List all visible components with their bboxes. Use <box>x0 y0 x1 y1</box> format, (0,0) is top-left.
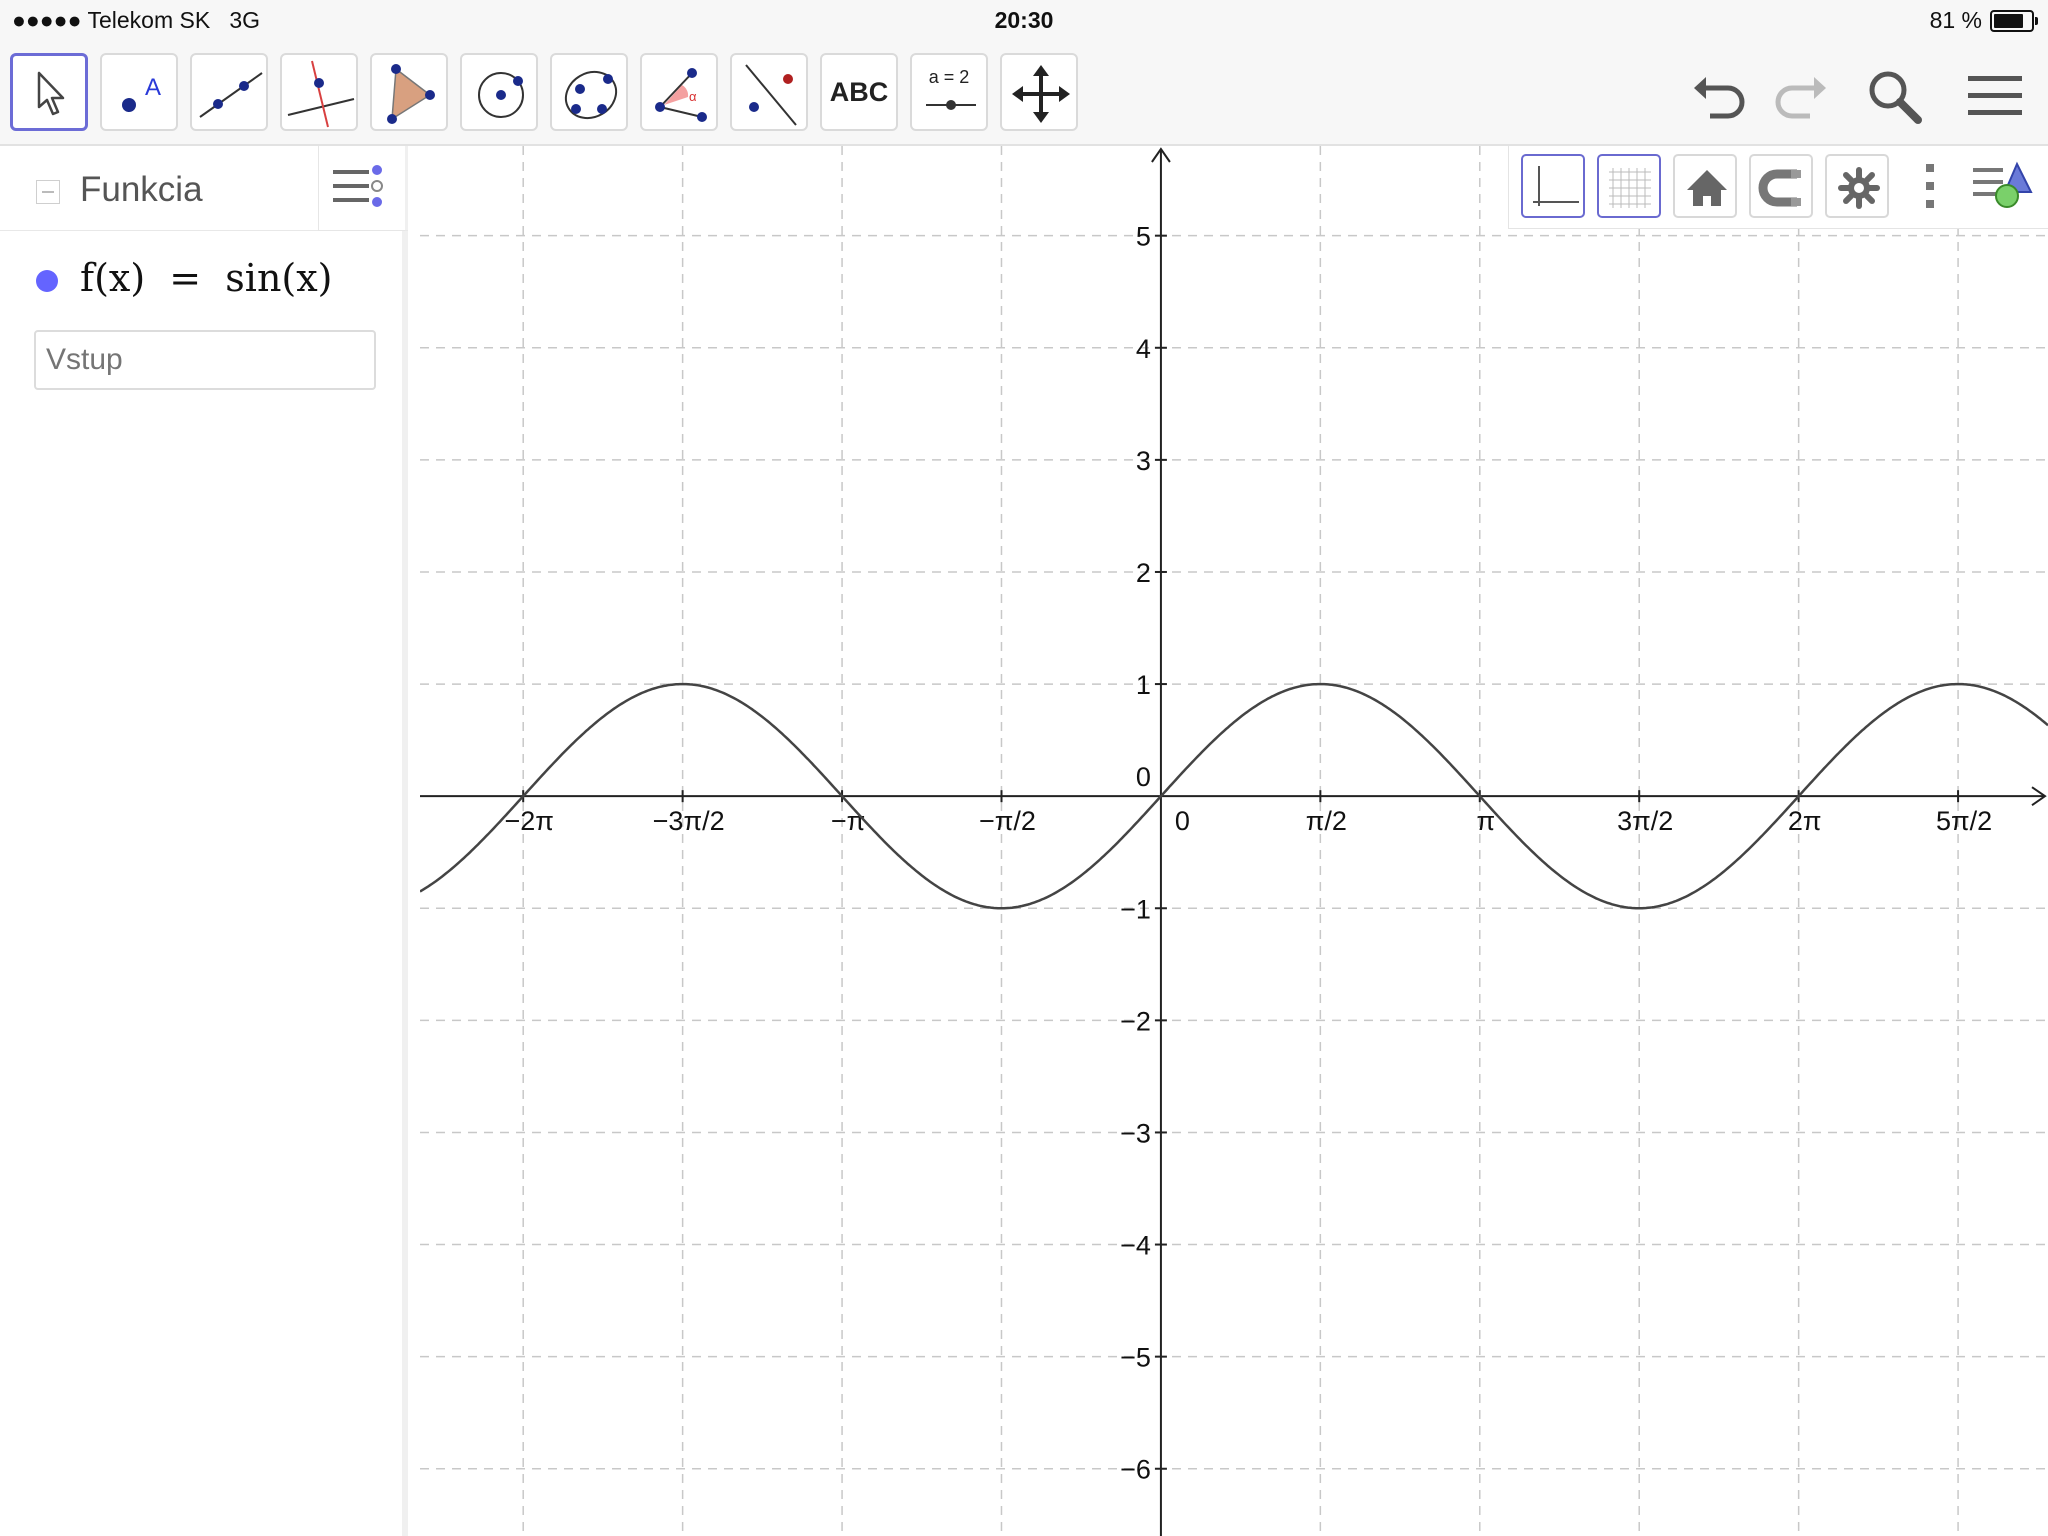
svg-text:A: A <box>145 74 161 101</box>
magnet-icon <box>1758 169 1801 207</box>
battery-percent: 81 % <box>1929 7 1982 33</box>
undo-icon <box>1694 77 1745 119</box>
line-icon <box>199 72 263 118</box>
redo-button[interactable] <box>1768 64 1832 128</box>
graphics-view[interactable]: −2π −3π/2 −π −π/2 0 π/2 π 3π/2 2π 5π/2 5 4 3 2 1 0 −1 −2−… <box>420 146 2048 1536</box>
x-tick-label: π/2 <box>1306 806 1347 836</box>
circle-center-point-icon <box>478 72 524 118</box>
show-grid-button[interactable] <box>1597 154 1661 218</box>
graphics-settings-button[interactable] <box>1825 154 1889 218</box>
clock: 20:30 <box>994 7 1054 33</box>
text-tool-label: ABC <box>829 77 889 107</box>
y-tick-label: 5 <box>1136 222 1151 252</box>
polygon-icon <box>387 64 435 124</box>
grid-lines <box>420 146 2048 1536</box>
y-tick-label: −5 <box>1120 1343 1151 1373</box>
y-tick-label: −2 <box>1120 1006 1151 1036</box>
toolbar: A α ABC a = 2 <box>0 40 2048 146</box>
y-tick-label: −4 <box>1120 1231 1151 1261</box>
point-tool-button[interactable]: A <box>100 53 178 131</box>
slider-tool-button[interactable]: a = 2 <box>910 53 988 131</box>
x-tick-label: 3π/2 <box>1617 806 1673 836</box>
angle-tool-button[interactable]: α <box>640 53 718 131</box>
svg-text:α: α <box>689 89 697 104</box>
collapse-group-icon[interactable] <box>36 180 60 204</box>
sort-options-icon <box>333 165 383 207</box>
perspectives-menu-icon <box>1973 161 2033 208</box>
move-arrows-icon <box>1012 65 1070 123</box>
perpendicular-line-icon <box>287 60 355 128</box>
search-button[interactable] <box>1862 64 1926 128</box>
standard-view-button[interactable] <box>1673 154 1737 218</box>
y-tick-label: −6 <box>1120 1455 1151 1485</box>
perpendicular-line-tool-button[interactable] <box>280 53 358 131</box>
x-tick-label: 5π/2 <box>1936 806 1992 836</box>
ellipse-tool-button[interactable] <box>550 53 628 131</box>
axes <box>420 147 2047 1536</box>
slider-icon <box>926 100 976 110</box>
tick-labels: −2π −3π/2 −π −π/2 0 π/2 π 3π/2 2π 5π/2543210−1−2−… <box>504 222 1992 1485</box>
graph-canvas[interactable]: −2π −3π/2 −π −π/2 0 π/2 π 3π/2 2π 5π/2543210−1−2−… <box>420 146 2048 1536</box>
y-tick-label: −1 <box>1120 894 1151 924</box>
y-tick-label: 2 <box>1136 558 1151 588</box>
algebra-style-button[interactable] <box>318 146 405 231</box>
main-menu-button[interactable] <box>1962 64 2026 128</box>
polygon-tool-button[interactable] <box>370 53 448 131</box>
angle-icon: α <box>655 68 707 122</box>
algebra-group-header: Funkcia <box>0 146 408 231</box>
reflect-tool-button[interactable] <box>730 53 808 131</box>
text-tool-button[interactable]: ABC <box>820 53 898 131</box>
pointer-arrow-icon <box>37 71 65 116</box>
y-tick-label: 0 <box>1136 762 1151 792</box>
x-tick-label: −π/2 <box>979 806 1036 836</box>
move-tool-button[interactable] <box>10 53 88 131</box>
show-axes-button[interactable] <box>1521 154 1585 218</box>
move-graphics-view-tool-button[interactable] <box>1000 53 1078 131</box>
y-tick-label: −3 <box>1120 1118 1151 1148</box>
vertical-dots-icon <box>1926 164 1934 208</box>
point-capturing-button[interactable] <box>1749 154 1813 218</box>
line-tool-button[interactable] <box>190 53 268 131</box>
point-icon: A <box>122 74 161 112</box>
x-tick-label: 0 <box>1175 806 1190 836</box>
y-tick-label: 3 <box>1136 446 1151 476</box>
group-title: Funkcia <box>80 170 203 209</box>
conic-through-points-icon <box>564 70 618 120</box>
algebra-view: Funkcia f(x) = sin(x) <box>0 146 408 1536</box>
home-icon <box>1687 170 1727 206</box>
undo-button[interactable] <box>1688 64 1752 128</box>
function-definition[interactable]: f(x) = sin(x) <box>80 256 333 300</box>
hamburger-menu-icon <box>1968 76 2022 115</box>
battery-icon <box>1990 9 2038 32</box>
algebra-input-field[interactable] <box>34 330 376 390</box>
circle-tool-button[interactable] <box>460 53 538 131</box>
axes-icon <box>1533 166 1579 206</box>
redo-icon <box>1775 77 1826 119</box>
search-icon <box>1869 71 1922 124</box>
x-tick-label: 2π <box>1788 806 1822 836</box>
status-bar: ●●●●● Telekom SK 3G 20:30 81 % <box>0 0 2048 40</box>
y-tick-label: 4 <box>1136 334 1151 364</box>
gear-icon <box>1838 167 1880 209</box>
x-tick-label: −2π <box>504 806 553 836</box>
status-right: 81 % <box>1929 7 2038 34</box>
y-tick-label: 1 <box>1136 670 1151 700</box>
function-visibility-toggle[interactable] <box>36 270 58 292</box>
graphics-style-bar <box>1508 146 2048 229</box>
grid-icon <box>1609 168 1651 208</box>
x-tick-label: −3π/2 <box>653 806 725 836</box>
x-tick-label: −π <box>831 806 865 836</box>
view-menu-button[interactable] <box>1971 158 2047 218</box>
more-options-button[interactable] <box>1925 162 1935 212</box>
reflect-about-line-icon <box>745 64 797 126</box>
